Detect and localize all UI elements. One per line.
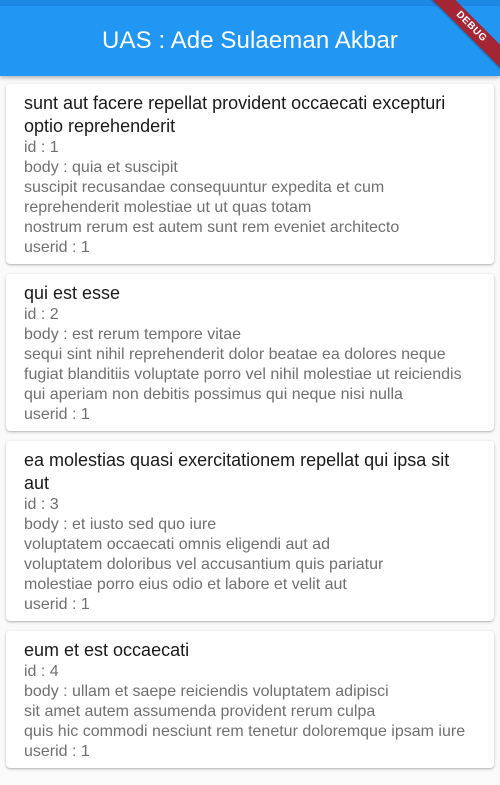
post-list[interactable]: sunt aut facere repellat provident occae… [0,76,500,768]
post-body-label: body : [24,159,73,176]
post-userid: userid : 1 [24,595,476,615]
post-body: body : est rerum tempore vitae sequi sin… [24,325,476,405]
post-body-label: body : [24,326,73,343]
post-id-label: id : [24,663,50,680]
post-body-label: body : [24,516,73,533]
post-id: id : 4 [24,662,476,682]
post-title: sunt aut facere repellat provident occae… [24,93,446,136]
post-userid-label: userid : [24,596,81,613]
post-id-value: 1 [49,139,59,156]
post-card[interactable]: ea molestias quasi exercitationem repell… [6,441,494,621]
app-screen: UAS : Ade Sulaeman Akbar DEBUG sunt aut … [0,0,500,785]
post-body-value: quia et suscipit suscipit recusandae con… [24,159,400,236]
post-body: body : quia et suscipit suscipit recusan… [24,158,476,238]
post-userid-value: 1 [80,406,90,423]
post-userid: userid : 1 [24,238,476,258]
post-userid: userid : 1 [24,742,476,762]
post-title: qui est esse [24,283,121,303]
post-card[interactable]: eum et est occaecati id : 4 body : ullam… [6,631,494,768]
post-userid-value: 1 [80,596,90,613]
app-bar: UAS : Ade Sulaeman Akbar [0,6,500,76]
post-body-label: body : [24,683,73,700]
post-userid: userid : 1 [24,405,476,425]
app-title: UAS : Ade Sulaeman Akbar [102,27,398,54]
post-userid-value: 1 [80,239,90,256]
post-userid-label: userid : [24,406,81,423]
post-card[interactable]: sunt aut facere repellat provident occae… [6,84,494,264]
post-body-value: est rerum tempore vitae sequi sint nihil… [24,326,462,403]
post-body: body : et iusto sed quo iure voluptatem … [24,515,476,595]
post-id: id : 1 [24,138,476,158]
post-id: id : 3 [24,495,476,515]
post-id-value: 2 [49,306,59,323]
post-id-value: 3 [49,496,59,513]
post-body-value: ullam et saepe reiciendis voluptatem adi… [24,683,466,740]
post-userid-label: userid : [24,239,81,256]
post-id-value: 4 [49,663,59,680]
post-id-label: id : [24,139,50,156]
post-id-label: id : [24,496,50,513]
post-userid-value: 1 [80,743,90,760]
post-title: ea molestias quasi exercitationem repell… [24,450,450,493]
post-id: id : 2 [24,305,476,325]
post-body: body : ullam et saepe reiciendis volupta… [24,682,476,742]
post-card[interactable]: qui est esse id : 2 body : est rerum tem… [6,274,494,431]
post-title: eum et est occaecati [24,640,190,660]
post-body-value: et iusto sed quo iure voluptatem occaeca… [24,516,384,593]
post-userid-label: userid : [24,743,81,760]
post-id-label: id : [24,306,50,323]
